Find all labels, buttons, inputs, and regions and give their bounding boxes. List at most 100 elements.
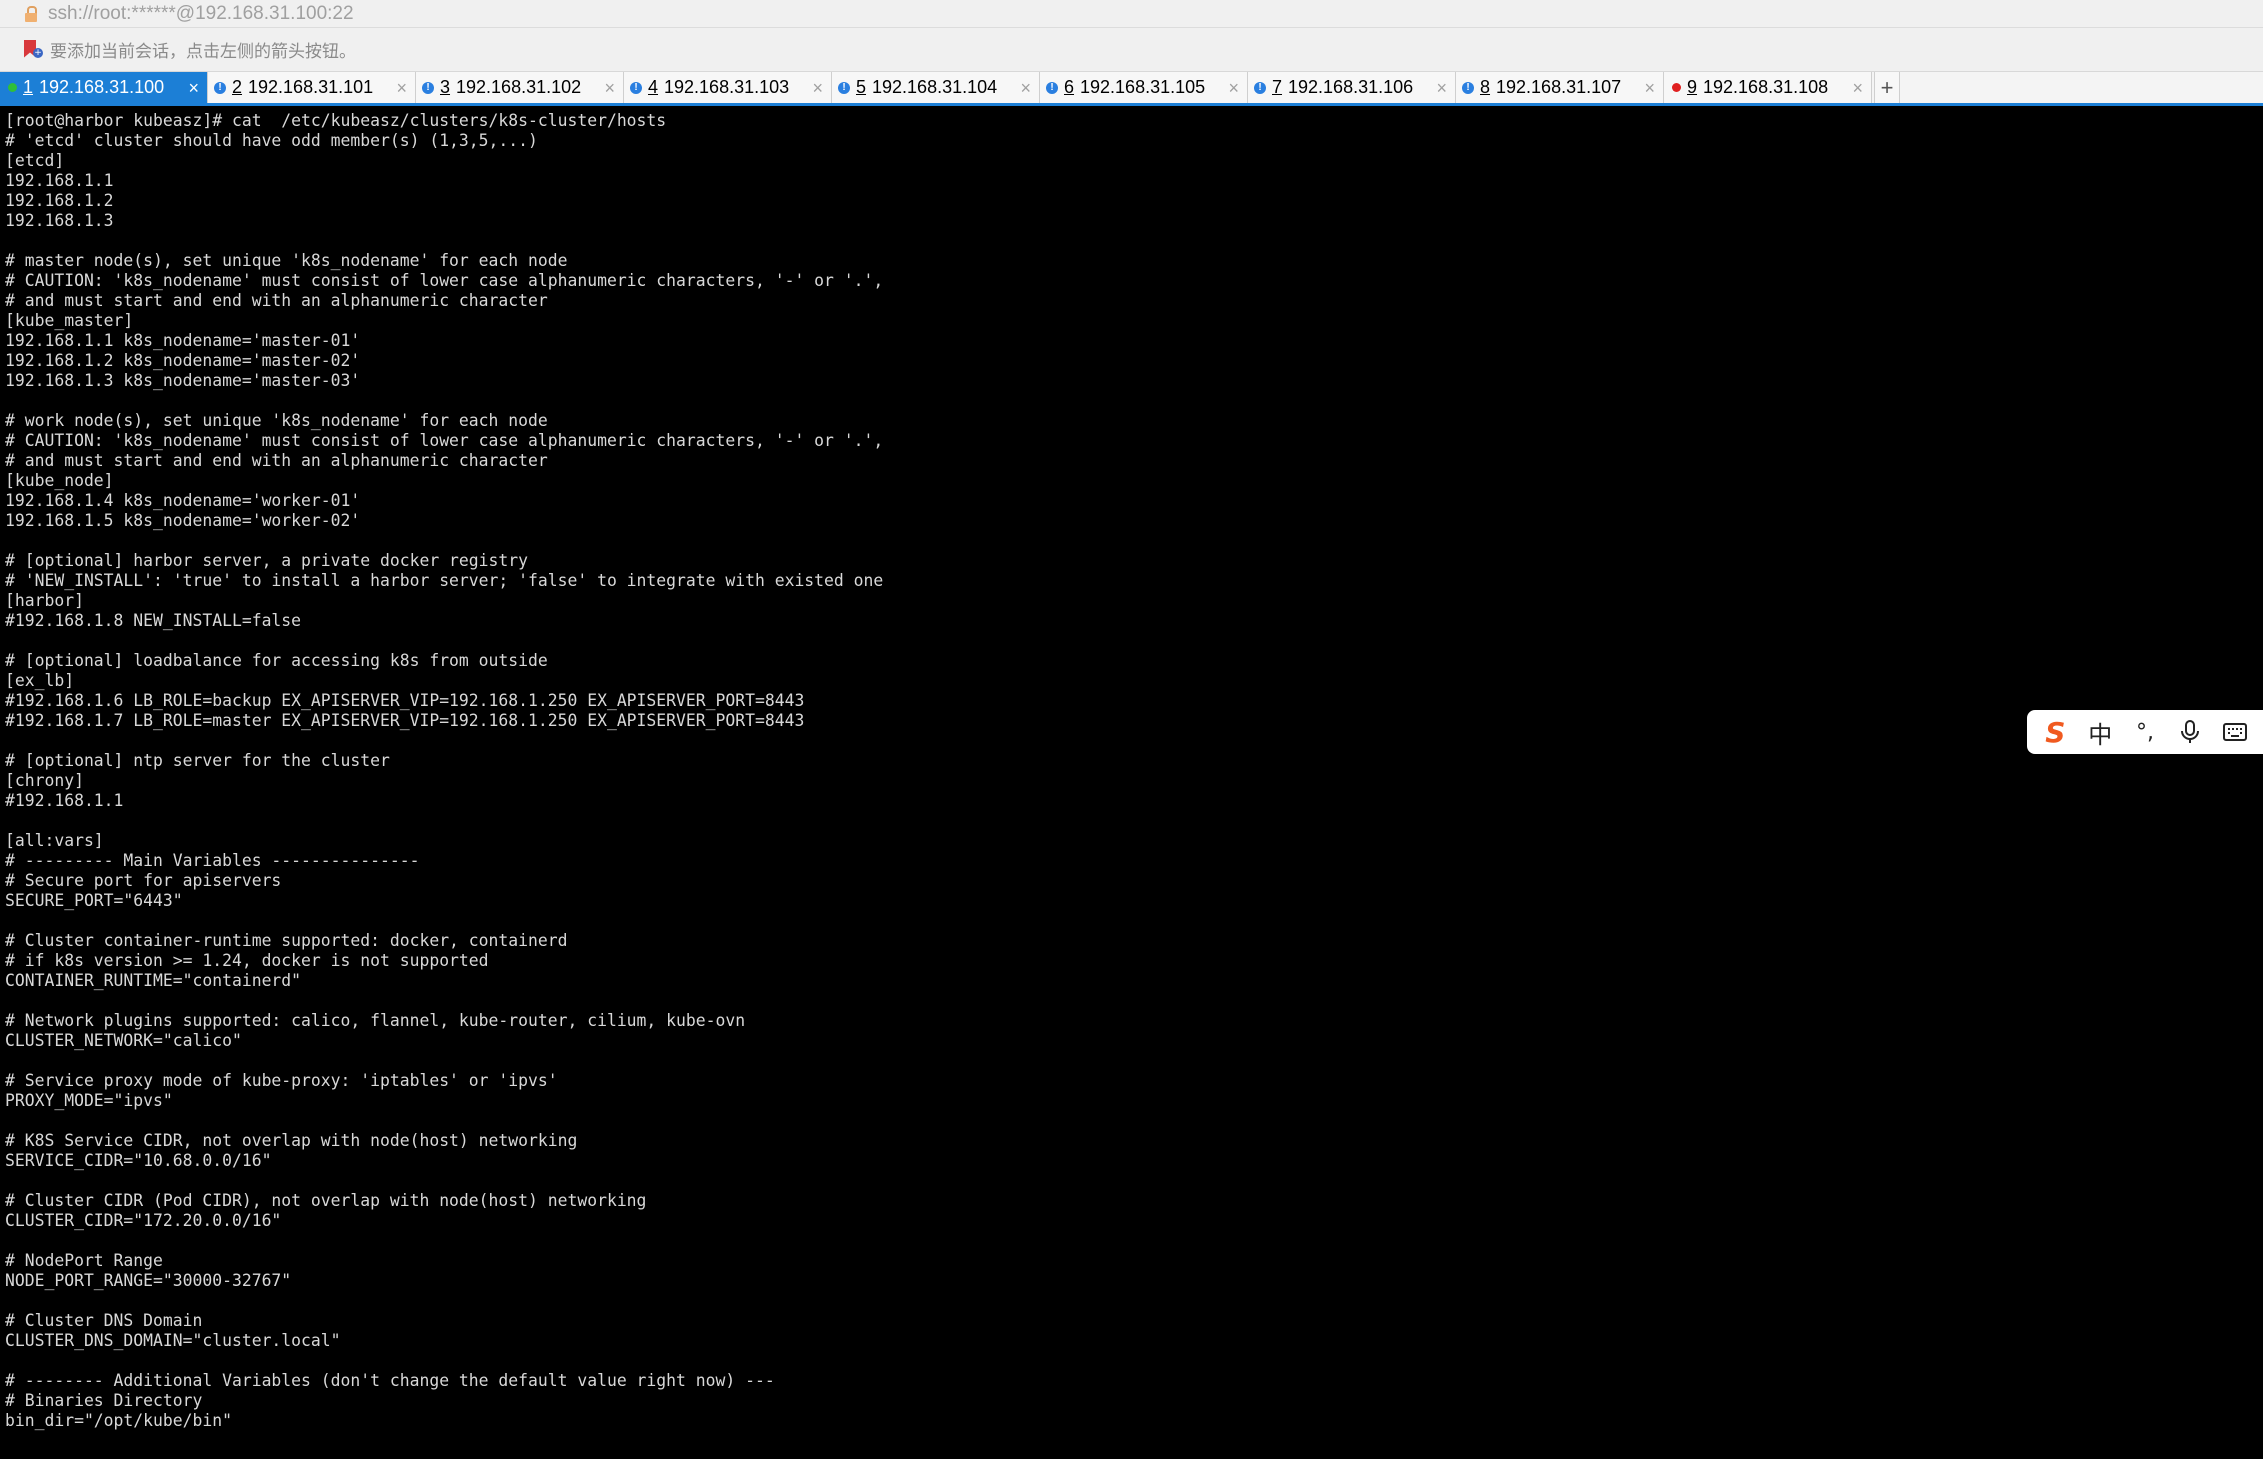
info-status-icon: !	[838, 81, 850, 94]
terminal-line: # [optional] loadbalance for accessing k…	[5, 651, 548, 670]
close-tab-icon[interactable]: ×	[1436, 79, 1447, 97]
disconnected-status-icon	[1672, 83, 1681, 92]
terminal-line: 192.168.1.4 k8s_nodename='worker-01'	[5, 491, 361, 510]
terminal-line: # Cluster container-runtime supported: d…	[5, 931, 568, 950]
terminal-line: NODE_PORT_RANGE="30000-32767"	[5, 1271, 292, 1290]
add-session-bookmark-icon[interactable]: +	[22, 38, 43, 62]
connected-status-icon	[8, 83, 17, 92]
terminal-line: SECURE_PORT="6443"	[5, 891, 183, 910]
session-url[interactable]: ssh://root:******@192.168.31.100:22	[48, 3, 354, 25]
terminal-line: # -------- Additional Variables (don't c…	[5, 1371, 775, 1390]
tab-label: 192.168.31.100	[39, 77, 165, 97]
terminal-line: PROXY_MODE="ipvs"	[5, 1091, 173, 1110]
lock-icon	[24, 5, 38, 23]
terminal-line: [chrony]	[5, 771, 84, 790]
terminal-line: # CAUTION: 'k8s_nodename' must consist o…	[5, 431, 884, 450]
close-tab-icon[interactable]: ×	[1228, 79, 1239, 97]
terminal-line: # CAUTION: 'k8s_nodename' must consist o…	[5, 271, 884, 290]
info-status-icon: !	[630, 81, 642, 94]
tab-label: 192.168.31.106	[1288, 77, 1414, 97]
terminal-line: #192.168.1.6 LB_ROLE=backup EX_APISERVER…	[5, 691, 805, 710]
close-tab-icon[interactable]: ×	[812, 79, 823, 97]
terminal-line: # Secure port for apiservers	[5, 871, 282, 890]
terminal-line: #192.168.1.7 LB_ROLE=master EX_APISERVER…	[5, 711, 805, 730]
session-tab-2[interactable]: ! 2 192.168.31.101 ×	[208, 72, 416, 103]
terminal-output[interactable]: [root@harbor kubeasz]# cat /etc/kubeasz/…	[5, 111, 2255, 1456]
tab-label: 192.168.31.103	[664, 77, 790, 97]
close-tab-icon[interactable]: ×	[396, 79, 407, 97]
terminal-line: 192.168.1.2	[5, 191, 114, 210]
tab-number: 6	[1064, 77, 1075, 97]
close-tab-icon[interactable]: ×	[1020, 79, 1031, 97]
info-status-icon: !	[1254, 81, 1266, 94]
tab-number: 9	[1687, 77, 1698, 97]
ime-toolbar: S 中 °,	[2027, 710, 2263, 754]
terminal-line: [ex_lb]	[5, 671, 75, 690]
tab-number: 1	[23, 77, 34, 97]
terminal-line: 192.168.1.2 k8s_nodename='master-02'	[5, 351, 361, 370]
info-status-icon: !	[214, 81, 226, 94]
terminal-line: [root@harbor kubeasz]# cat /etc/kubeasz/…	[5, 111, 667, 130]
language-toggle-icon[interactable]: 中	[2083, 715, 2117, 749]
session-tab-1[interactable]: 1 192.168.31.100 ×	[0, 72, 208, 103]
session-tab-7[interactable]: ! 7 192.168.31.106 ×	[1248, 72, 1456, 103]
terminal-line: # 'NEW_INSTALL': 'true' to install a har…	[5, 571, 884, 590]
terminal-text: [root@harbor kubeasz]# cat /etc/kubeasz/…	[5, 111, 2255, 1431]
terminal-line: #192.168.1.8 NEW_INSTALL=false	[5, 611, 302, 630]
new-tab-button[interactable]: +	[1874, 72, 1900, 103]
session-tab-5[interactable]: ! 5 192.168.31.104 ×	[832, 72, 1040, 103]
terminal-line: # work node(s), set unique 'k8s_nodename…	[5, 411, 548, 430]
close-tab-icon[interactable]: ×	[1644, 79, 1655, 97]
terminal-line: # NodePort Range	[5, 1251, 163, 1270]
microphone-icon[interactable]	[2173, 715, 2207, 749]
terminal-line: SERVICE_CIDR="10.68.0.0/16"	[5, 1151, 272, 1170]
session-hint-text: 要添加当前会话，点击左侧的箭头按钮。	[50, 42, 356, 62]
terminal-line: CONTAINER_RUNTIME="containerd"	[5, 971, 302, 990]
terminal-line: 192.168.1.1	[5, 171, 114, 190]
keyboard-icon[interactable]	[2218, 715, 2252, 749]
session-hint-bar: + 要添加当前会话，点击左侧的箭头按钮。	[0, 28, 2263, 72]
close-tab-icon[interactable]: ×	[604, 79, 615, 97]
info-status-icon: !	[422, 81, 434, 94]
tab-number: 8	[1480, 77, 1491, 97]
terminal-line: 192.168.1.3	[5, 211, 114, 230]
session-tab-4[interactable]: ! 4 192.168.31.103 ×	[624, 72, 832, 103]
sogou-logo-icon[interactable]: S	[2038, 715, 2072, 749]
session-tab-8[interactable]: ! 8 192.168.31.107 ×	[1456, 72, 1664, 103]
terminal-line: # Cluster DNS Domain	[5, 1311, 203, 1330]
tab-number: 7	[1272, 77, 1283, 97]
tab-label: 192.168.31.105	[1080, 77, 1206, 97]
tab-label: 192.168.31.108	[1703, 77, 1829, 97]
tab-number: 4	[648, 77, 659, 97]
session-tab-3[interactable]: ! 3 192.168.31.102 ×	[416, 72, 624, 103]
terminal-line: # and must start and end with an alphanu…	[5, 451, 548, 470]
session-tab-6[interactable]: ! 6 192.168.31.105 ×	[1040, 72, 1248, 103]
terminal-line: # Service proxy mode of kube-proxy: 'ipt…	[5, 1071, 558, 1090]
terminal-line: [harbor]	[5, 591, 84, 610]
terminal-line: # Binaries Directory	[5, 1391, 203, 1410]
address-bar: ssh://root:******@192.168.31.100:22	[0, 0, 2263, 28]
close-tab-icon[interactable]: ×	[188, 79, 199, 97]
terminal-line: CLUSTER_NETWORK="calico"	[5, 1031, 242, 1050]
terminal-line: 192.168.1.1 k8s_nodename='master-01'	[5, 331, 361, 350]
terminal-line: # master node(s), set unique 'k8s_nodena…	[5, 251, 568, 270]
tab-number: 3	[440, 77, 451, 97]
tab-label: 192.168.31.104	[872, 77, 998, 97]
session-tab-9[interactable]: 9 192.168.31.108 ×	[1664, 72, 1872, 103]
punctuation-icon[interactable]: °,	[2128, 715, 2162, 749]
info-status-icon: !	[1046, 81, 1058, 94]
close-tab-icon[interactable]: ×	[1852, 79, 1863, 97]
terminal-line: [etcd]	[5, 151, 65, 170]
terminal-line: # and must start and end with an alphanu…	[5, 291, 548, 310]
